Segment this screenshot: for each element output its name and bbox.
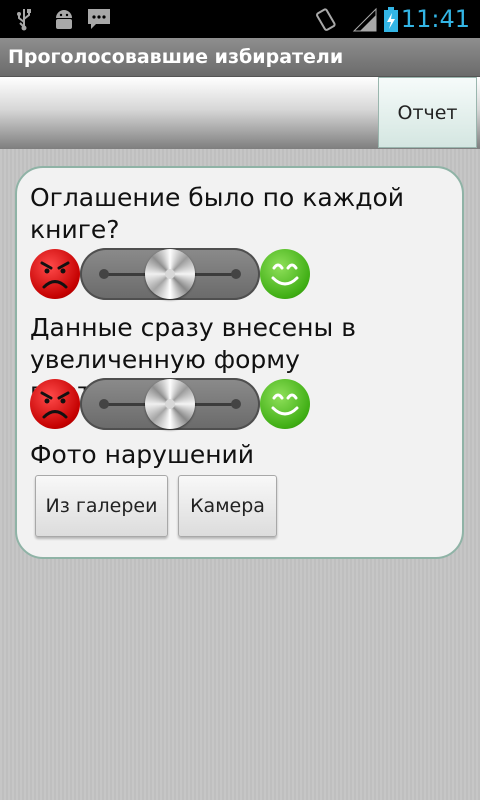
question-2-slider[interactable] bbox=[30, 376, 312, 432]
app-title: Проголосовавшие избиратели bbox=[8, 46, 344, 68]
gallery-button[interactable]: Из галереи bbox=[35, 475, 168, 537]
signal-icon bbox=[352, 7, 377, 32]
battery-charging-icon bbox=[384, 7, 398, 32]
question-1-slider[interactable] bbox=[30, 246, 312, 302]
sad-face-icon bbox=[30, 249, 80, 299]
clock: 11:41 bbox=[400, 5, 470, 33]
rotation-icon bbox=[316, 8, 336, 31]
photo-violations-label: Фото нарушений bbox=[30, 440, 255, 469]
android-debug-icon bbox=[56, 10, 72, 29]
slider-knob[interactable] bbox=[145, 249, 195, 299]
slider-track[interactable] bbox=[80, 378, 260, 430]
slider-knob[interactable] bbox=[145, 379, 195, 429]
slider-track[interactable] bbox=[80, 248, 260, 300]
happy-face-icon bbox=[260, 379, 310, 429]
app-title-bar: Проголосовавшие избиратели bbox=[0, 38, 480, 77]
camera-button[interactable]: Камера bbox=[178, 475, 277, 537]
sad-face-icon bbox=[30, 379, 80, 429]
happy-face-icon bbox=[260, 249, 310, 299]
sms-icon bbox=[88, 9, 110, 29]
question-1-text: Оглашение было по каждой книге? bbox=[30, 183, 405, 244]
report-button[interactable]: Отчет bbox=[378, 77, 477, 148]
usb-icon bbox=[17, 9, 31, 31]
status-bar: 11:41 bbox=[0, 0, 480, 38]
